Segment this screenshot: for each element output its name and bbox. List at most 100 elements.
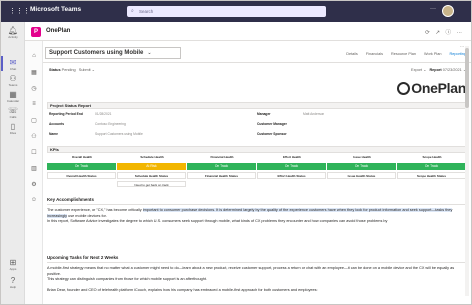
more-options-icon[interactable]: ··· <box>460 44 464 49</box>
rail-label: Calendar <box>6 99 20 103</box>
text-run: The customer experience, or "CX," has be… <box>47 208 142 212</box>
rail-item-teams[interactable]: ⚇ Teams <box>1 74 25 87</box>
search-icon: ⌕ <box>131 8 134 14</box>
rail-label: Apps <box>9 267 17 271</box>
popout-icon[interactable]: ↗ <box>435 30 440 36</box>
chevron-down-icon[interactable]: ⌄ <box>423 68 426 72</box>
report-date[interactable]: 07/23/2021 <box>443 68 462 72</box>
section-kpis: KPIs <box>47 146 467 153</box>
text-run: A mobile-first strategy means that no ma… <box>47 266 455 276</box>
tab-details[interactable]: Details <box>346 52 358 56</box>
avatar[interactable] <box>442 5 454 17</box>
help-icon: ? <box>10 276 16 285</box>
teams-title-bar: ⋮⋮⋮ Microsoft Teams ⌕ Search ··· <box>1 1 471 22</box>
grid-icon[interactable]: ▦ <box>25 69 43 76</box>
rail-item-calendar[interactable]: ▦ Calendar <box>1 90 25 103</box>
oneplan-logo-icon: P <box>31 27 41 37</box>
field-label: Name <box>49 132 58 136</box>
scrollbar[interactable] <box>465 46 469 296</box>
chat-icon: ✉︎ <box>9 58 17 67</box>
field-label: Customer Manager <box>257 122 287 126</box>
kpi-header: Effort Health <box>283 155 301 159</box>
rail-item-files[interactable]: ▯ Files <box>1 122 25 135</box>
rail-label: Files <box>9 131 17 135</box>
brand-text: OnePlan <box>411 80 466 96</box>
report-toolbar: Status Pending Submit ⌄ Export ⌄ Report … <box>43 64 471 75</box>
kpi-badge: On Track <box>257 163 326 170</box>
project-selector[interactable]: Support Customers using Mobile ⌄ <box>45 47 181 59</box>
scrollbar-thumb[interactable] <box>465 48 469 108</box>
rail-label: Calls <box>9 115 17 119</box>
calendar-icon: ▦ <box>9 90 17 99</box>
bell-icon: 🔔︎ <box>7 26 19 35</box>
field-value: Matt Anderson <box>303 112 325 116</box>
text-run: use mobile devices for. <box>68 213 107 218</box>
user-icon[interactable]: ☺ <box>25 197 43 203</box>
app-header: P OnePlan ⟳ ↗ ⓘ ··· <box>25 22 471 41</box>
kpi-status: Issue Health Status <box>327 172 396 179</box>
section-status-report: Project Status Report <box>47 102 467 109</box>
app-launcher-icon[interactable]: ⋮⋮⋮ <box>9 8 30 15</box>
refresh-icon[interactable]: ⟳ <box>425 30 430 36</box>
kpi-status: Scope Health Status <box>397 172 466 179</box>
home-icon[interactable]: ⌂ <box>25 53 43 59</box>
kpi-status: Overall Health Status <box>47 172 116 179</box>
accomplishments-text: The customer experience, or "CX," has be… <box>47 208 467 225</box>
key-accomplishments: Key Accomplishments The customer experie… <box>47 197 467 225</box>
settings-icon[interactable]: ⚙ <box>25 181 43 188</box>
kpi-badge: On Track <box>187 163 256 170</box>
doc-icon[interactable]: ▢ <box>25 117 43 124</box>
text-run: Brian Dear, founder and CEO of telehealt… <box>47 288 318 292</box>
rail-item-apps[interactable]: ⊞ Apps <box>1 258 25 271</box>
tab-work-plan[interactable]: Work Plan <box>424 52 441 56</box>
rail-item-calls[interactable]: ☏ Calls <box>1 106 25 119</box>
time-icon[interactable]: ◷ <box>25 85 43 92</box>
kpi-status: Effort Health Status <box>257 172 326 179</box>
chart-icon[interactable]: ▥ <box>25 165 43 172</box>
tab-resource-plan[interactable]: Resource Plan <box>391 52 416 56</box>
tab-reporting[interactable]: Reporting <box>450 52 466 56</box>
oneplan-brand-logo: OnePlan <box>397 80 466 96</box>
chevron-down-icon[interactable]: ⌄ <box>92 68 95 72</box>
teams-window: ⋮⋮⋮ Microsoft Teams ⌕ Search ··· 🔔︎ Activ… <box>0 0 472 305</box>
rail-item-activity[interactable]: 🔔︎ Activity <box>1 26 25 39</box>
apps-icon: ⊞ <box>9 258 17 267</box>
kpi-note: Need to get back on track <box>117 181 186 187</box>
teams-title: Microsoft Teams <box>30 6 82 13</box>
kpi-header: Schedule Health <box>140 155 164 159</box>
rail-item-chat[interactable]: ✉︎ Chat <box>1 58 25 71</box>
kpi-status: Schedule Health Status <box>117 172 186 179</box>
report-page: Support Customers using Mobile ⌄ ··· Deta… <box>43 41 471 304</box>
kpi-badge: On Track <box>47 163 116 170</box>
search-box[interactable]: ⌕ Search <box>127 6 326 17</box>
text-run: This strategy can distinguish companies … <box>47 277 207 281</box>
rail-item-help[interactable]: ? Help <box>1 276 25 289</box>
state-value: Pending <box>61 68 76 72</box>
info-icon[interactable]: ⓘ <box>445 30 451 36</box>
field-label: Customer Sponsor <box>257 132 287 136</box>
upcoming-tasks: Upcoming Tasks for Next 2 Weeks A mobile… <box>47 255 467 294</box>
tasks-text: A mobile-first strategy means that no ma… <box>47 266 467 294</box>
more-options-icon[interactable]: ··· <box>457 30 463 36</box>
report-label: Report <box>429 68 442 72</box>
kpi-header: Overall Health <box>71 155 93 159</box>
list-icon[interactable]: ≡ <box>25 101 43 107</box>
rail-label: Help <box>9 285 17 289</box>
field-label: Reporting Period End <box>49 112 83 116</box>
tab-financials[interactable]: Financials <box>366 52 383 56</box>
export-button[interactable]: Export <box>411 68 422 72</box>
kpi-badge: On Track <box>397 163 466 170</box>
people-icon[interactable]: ⚇ <box>25 133 43 140</box>
text-run: In this report, Software Advice investig… <box>47 219 388 223</box>
rail-label: Chat <box>9 67 17 71</box>
more-options-icon[interactable]: ··· <box>430 6 436 12</box>
task-icon[interactable]: ☐ <box>25 149 43 156</box>
accomplishments-heading: Key Accomplishments <box>47 197 467 205</box>
teams-icon: ⚇ <box>9 74 17 83</box>
search-placeholder: Search <box>139 9 154 14</box>
field-value: 01/28/2021 <box>95 112 112 116</box>
file-icon: ▯ <box>10 122 16 131</box>
submit-button[interactable]: Submit <box>79 68 91 72</box>
teams-app-rail: 🔔︎ Activity ✉︎ Chat ⚇ Teams ▦ Calendar ☏ Call… <box>1 22 25 304</box>
oneplan-side-nav: ⌂ ▦ ◷ ≡ ▢ ⚇ ☐ ▥ ⚙ ☺ <box>25 41 43 304</box>
